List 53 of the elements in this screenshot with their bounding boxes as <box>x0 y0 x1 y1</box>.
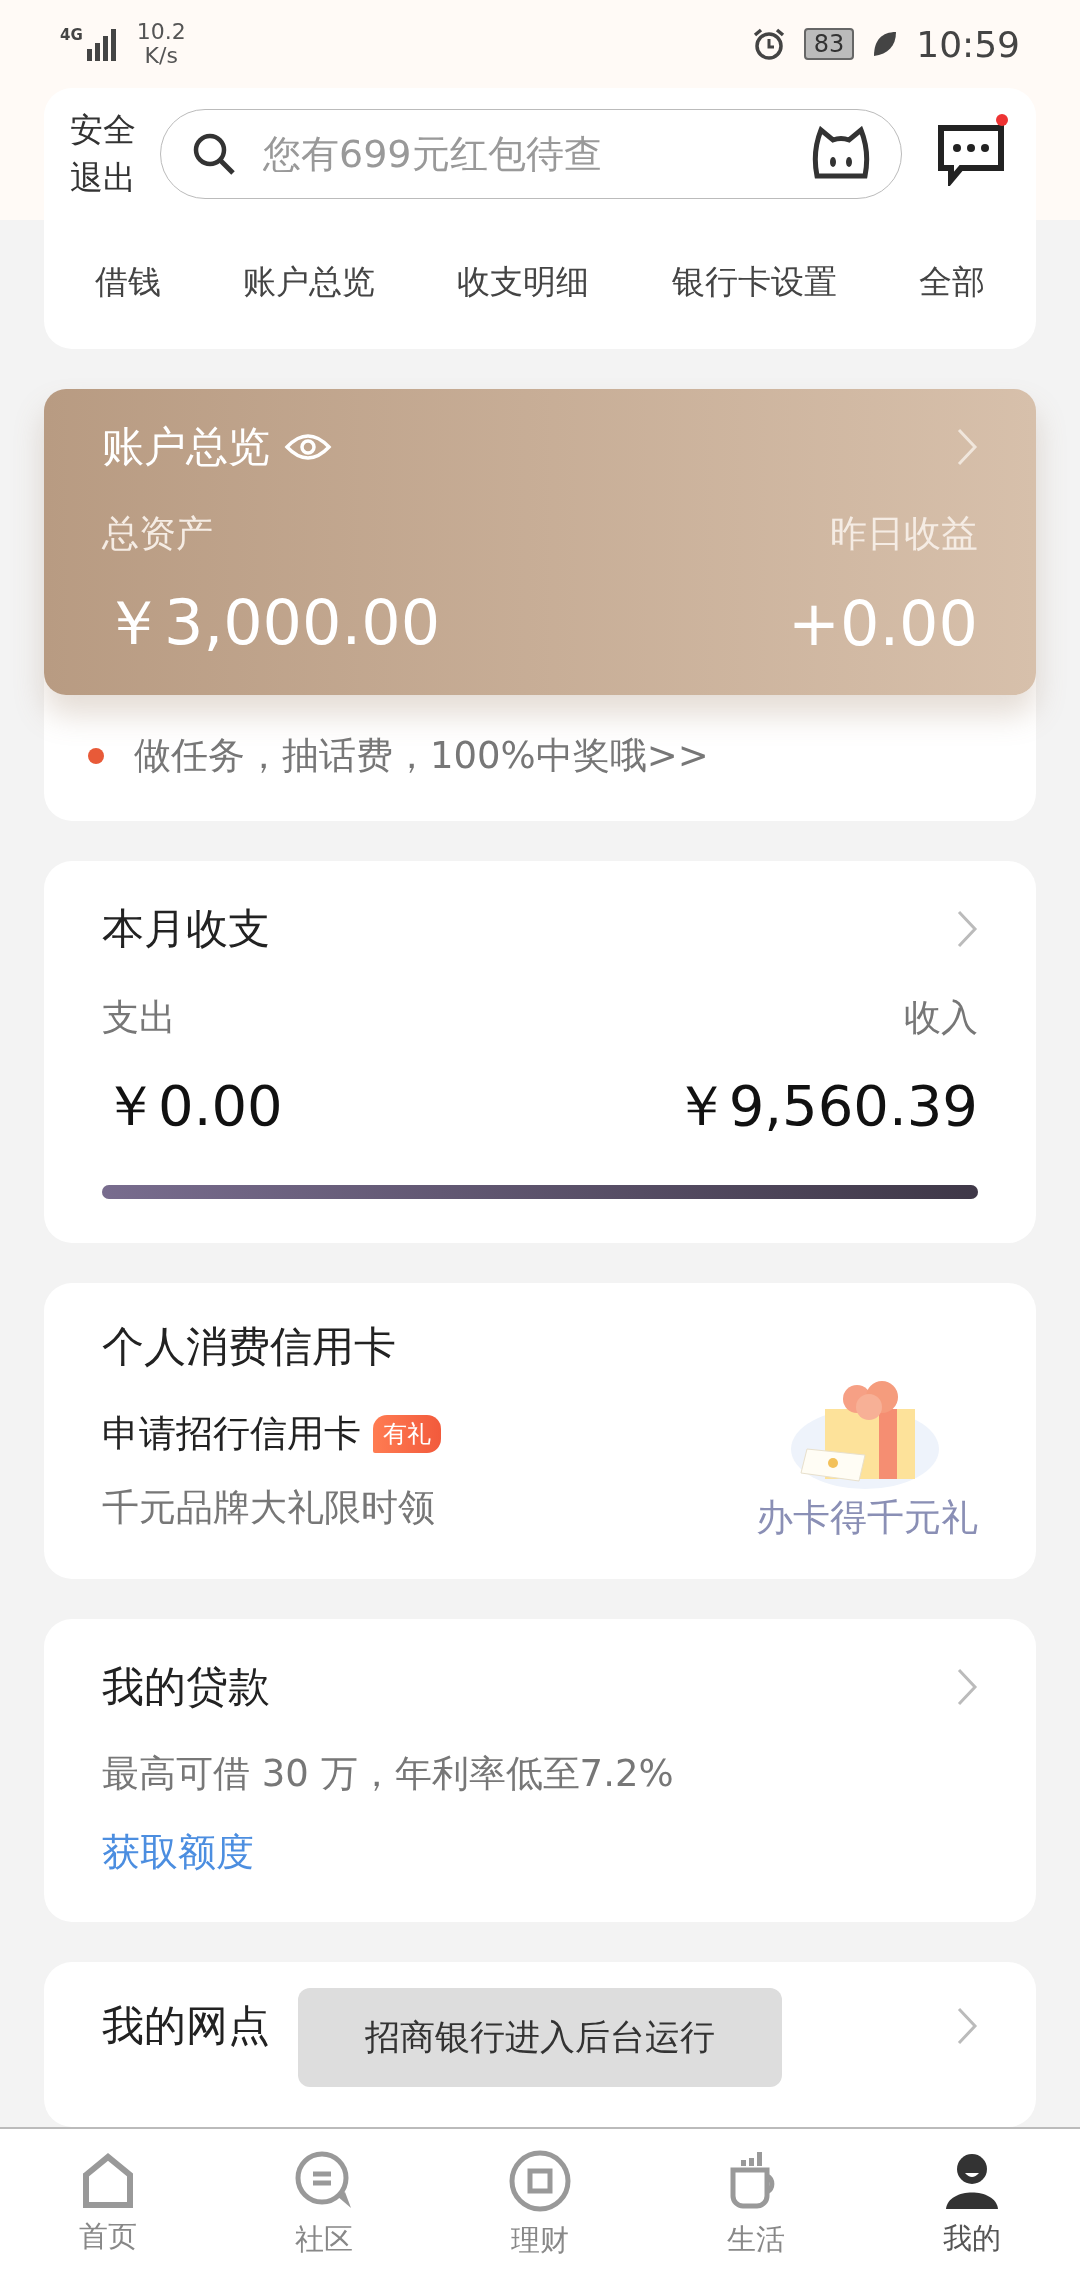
search-field[interactable]: 您有699元红包待查 <box>160 109 902 199</box>
shortcut-item[interactable]: 银行卡设置 <box>671 260 837 305</box>
alarm-icon <box>751 27 786 61</box>
chevron-icon <box>956 2006 978 2046</box>
cat-face-icon[interactable] <box>811 126 871 182</box>
promo-link[interactable]: 做任务，抽话费，100%中奖哦>> <box>134 731 709 781</box>
shortcut-item[interactable]: 账户总览 <box>243 260 376 305</box>
background-run-toast: 招商银行进入后台运行 <box>298 1988 782 2087</box>
signal-icon <box>86 29 116 61</box>
gift-caption: 办卡得千元礼 <box>756 1495 978 1541</box>
network-label: 4G <box>60 26 83 44</box>
home-icon <box>82 2152 134 2209</box>
bullet-dot <box>88 748 104 764</box>
leaf-icon <box>872 30 899 58</box>
chevron-icon <box>956 909 978 949</box>
expense-amount: ￥0.00 <box>102 1072 283 1140</box>
loan-text: 最高可借 30 万，年利率低至7.2% <box>102 1751 675 1797</box>
network-speed: 10.2 K/s <box>136 20 186 68</box>
clock: 10:59 <box>916 23 1020 65</box>
apply-text: 申请招行信用卡 <box>102 1411 361 1457</box>
gift-tag: 有礼 <box>373 1415 441 1453</box>
nav-tab[interactable]: 社区 <box>216 2129 432 2280</box>
income-amount: ￥9,560.39 <box>672 1072 978 1140</box>
income-label: 收入 <box>904 995 978 1041</box>
message-icon <box>937 122 1005 186</box>
nav-tab[interactable]: 生活 <box>648 2129 864 2280</box>
coin-icon <box>508 2148 572 2213</box>
monthly-card[interactable]: 本月收支 支出 收入 ￥0.00 ￥9,560.39 <box>44 861 1036 1243</box>
shortcut-item[interactable]: 借钱 <box>95 260 162 305</box>
battery-level: 83 <box>803 28 855 60</box>
search-input[interactable]: 您有699元红包待查 <box>261 131 787 177</box>
section-title: 我的贷款 <box>102 1661 270 1713</box>
shortcut-item[interactable]: 收支明细 <box>457 260 590 305</box>
section-title: 我的网点 <box>102 2000 270 2052</box>
expense-label: 支出 <box>102 995 176 1041</box>
nav-tab[interactable]: 我的 <box>864 2129 1080 2280</box>
assets-label: 总资产 <box>102 511 213 557</box>
shortcut-item[interactable]: 全部 <box>918 260 985 305</box>
card-title: 账户总览 <box>102 421 270 473</box>
yield-label: 昨日收益 <box>830 511 978 557</box>
yield-amount: +0.00 <box>788 586 978 660</box>
chevron-icon <box>956 427 978 467</box>
logout-link[interactable]: 安全退出 <box>70 106 136 202</box>
section-title: 本月收支 <box>102 903 270 955</box>
loan-card[interactable]: 我的贷款 最高可借 30 万，年利率低至7.2% 获取额度 <box>44 1619 1036 1922</box>
nav-tab[interactable]: 首页 <box>0 2129 216 2280</box>
promo-subtitle: 千元品牌大礼限时领 <box>102 1485 436 1531</box>
chevron-icon <box>956 1667 978 1707</box>
section-title: 个人消费信用卡 <box>102 1321 397 1373</box>
credit-card-panel[interactable]: 个人消费信用卡 申请招行信用卡 有礼 千元品牌大礼限时领 办卡得千元礼 <box>44 1283 1036 1579</box>
nav-tab[interactable]: 理财 <box>432 2129 648 2280</box>
search-icon <box>191 131 237 177</box>
assets-amount: ￥3,000.00 <box>102 585 441 661</box>
